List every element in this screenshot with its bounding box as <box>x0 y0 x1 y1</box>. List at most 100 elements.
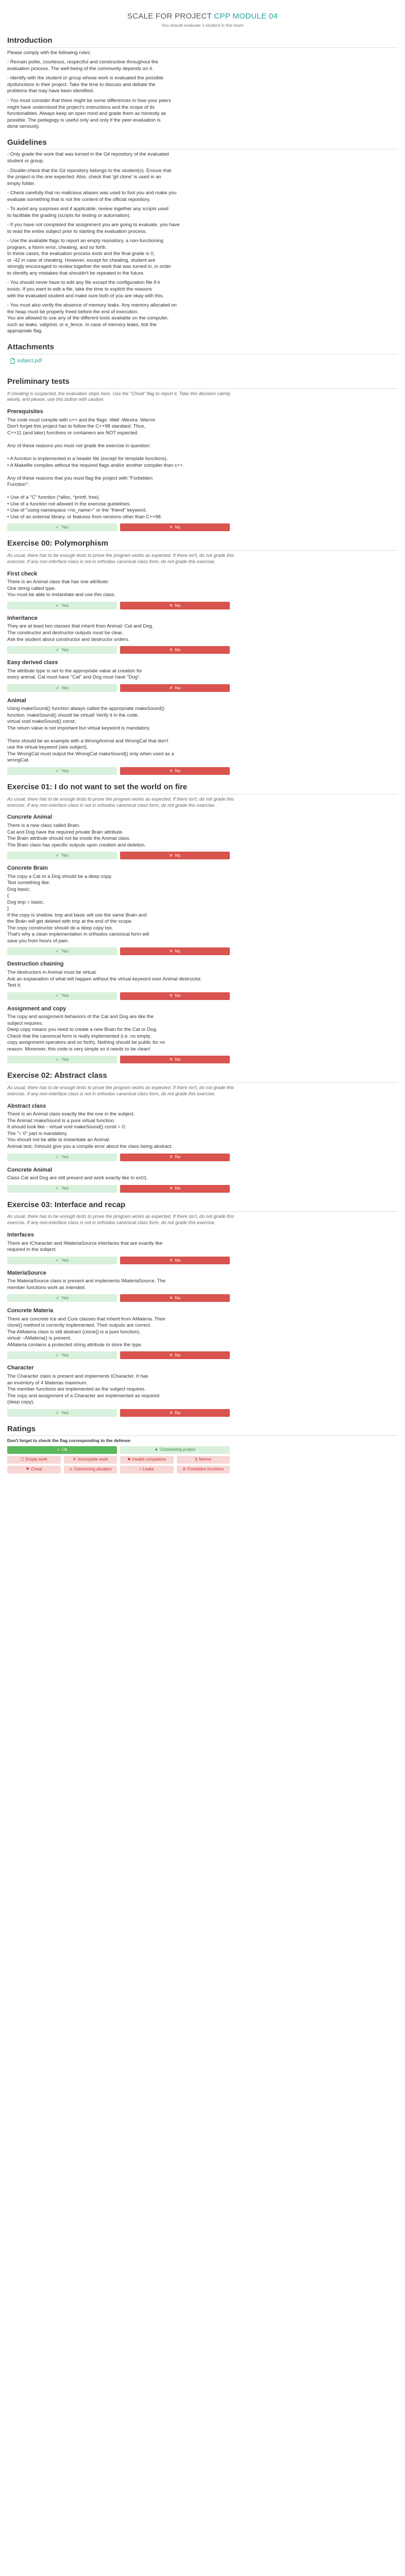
incomplete-icon: ✗ <box>73 1456 76 1462</box>
no-label: No <box>175 948 181 954</box>
attachments-title: Attachments <box>7 342 398 354</box>
no-button[interactable]: ✕ No <box>120 523 230 532</box>
rating-button[interactable]: ⚑ Cheat <box>7 1465 61 1473</box>
yes-no-buttons: ✓ Yes ✕ No <box>7 1294 230 1302</box>
no-button[interactable]: ✕ No <box>120 601 230 609</box>
check-item-title: Inheritance <box>7 615 38 621</box>
rating-button[interactable]: ✓ Ok <box>7 1446 117 1454</box>
yes-button[interactable]: ✓ Yes <box>7 1184 117 1193</box>
intro-paragraph: - Identify with the student or group who… <box>7 75 164 94</box>
attachment-link[interactable]: subject.pdf <box>10 358 42 364</box>
check-item-text: There are ICharacter and IMateriaSource … <box>7 1240 163 1253</box>
no-button[interactable]: ✕ No <box>120 947 230 956</box>
no-button[interactable]: ✕ No <box>120 1294 230 1302</box>
check-item: MateriaSource The MateriaSource class is … <box>7 1269 398 1302</box>
guidelines-body: - Only grade the work that was turned in… <box>7 151 398 334</box>
check-item-title: MateriaSource <box>7 1269 46 1276</box>
section-note: As usual, there has to be enough tests t… <box>7 1214 234 1226</box>
check-item-text: The attribute type is set to the appropr… <box>7 668 142 681</box>
no-button[interactable]: ✕ No <box>120 684 230 692</box>
rating-button[interactable]: § Norme <box>176 1455 230 1464</box>
section-title: Exercise 03: Interface and recap <box>7 1200 398 1212</box>
error-icon: ✖ <box>127 1456 131 1462</box>
check-item-text: Using makeSound() function always called… <box>7 706 174 764</box>
check-item-text: The code must compile with c++ and the f… <box>7 417 184 520</box>
yes-button[interactable]: ✓ Yes <box>7 767 117 775</box>
check-item-title: Easy derived class <box>7 659 58 666</box>
no-button[interactable]: ✕ No <box>120 1184 230 1193</box>
check-item-text: There is a new class called Brain. Cat a… <box>7 822 146 848</box>
no-button[interactable]: ✕ No <box>120 1256 230 1264</box>
yes-label: Yes <box>61 647 69 652</box>
no-label: No <box>175 1410 181 1415</box>
check-item-title: Concrete Materia <box>7 1308 54 1314</box>
no-button[interactable]: ✕ No <box>120 1056 230 1064</box>
no-label: No <box>175 524 181 530</box>
rating-button[interactable]: ✗ Incomplete work <box>63 1455 117 1464</box>
no-button[interactable]: ✕ No <box>120 1153 230 1161</box>
yes-button[interactable]: ✓ Yes <box>7 1409 117 1417</box>
star-icon: ★ <box>154 1447 158 1452</box>
ratings-row-flags-1: ☐ Empty work ✗ Incomplete work ✖ Invalid comp… <box>7 1455 230 1464</box>
check-icon: ✓ <box>56 1352 60 1358</box>
rating-button[interactable]: ⚠ Concerning situation <box>63 1465 117 1473</box>
yes-button[interactable]: ✓ Yes <box>7 1256 117 1264</box>
yes-button[interactable]: ✓ Yes <box>7 523 117 532</box>
yes-button[interactable]: ✓ Yes <box>7 1351 117 1360</box>
guidelines-title: Guidelines <box>7 138 398 150</box>
yes-label: Yes <box>61 768 69 773</box>
intro-paragraph: - Remain polite, courteous, respectful a… <box>7 59 159 72</box>
evaluation-sections: Preliminary tests If cheating is suspecte… <box>7 377 398 1417</box>
yes-button[interactable]: ✓ Yes <box>7 1153 117 1161</box>
no-button[interactable]: ✕ No <box>120 1351 230 1360</box>
rating-button[interactable]: ⊘ Forbidden functions <box>176 1465 230 1473</box>
rating-button[interactable]: ☐ Empty work <box>7 1455 61 1464</box>
rating-label: Concerning situation <box>74 1466 112 1471</box>
rating-label: Leaks <box>142 1466 154 1471</box>
close-icon: ✕ <box>169 1352 173 1358</box>
rating-button[interactable]: ★ Outstanding project <box>120 1446 230 1454</box>
yes-button[interactable]: ✓ Yes <box>7 992 117 1000</box>
no-label: No <box>175 602 181 608</box>
guideline-paragraph: - Only grade the work that was turned in… <box>7 151 169 164</box>
rating-button[interactable]: ✖ Invalid compilation <box>120 1455 174 1464</box>
close-icon: ✕ <box>169 647 173 652</box>
yes-button[interactable]: ✓ Yes <box>7 852 117 860</box>
check-icon: ✓ <box>56 602 60 608</box>
yes-button[interactable]: ✓ Yes <box>7 1294 117 1302</box>
page-header: SCALE FOR PROJECT CPP MODULE 04 You shou… <box>7 11 398 28</box>
yes-no-buttons: ✓ Yes ✕ No <box>7 523 230 532</box>
check-item-text: The copy and assignment behaviors of the… <box>7 1014 165 1052</box>
check-item: Assignment and copy The copy and assignme… <box>7 1005 398 1064</box>
no-button[interactable]: ✕ No <box>120 1409 230 1417</box>
no-label: No <box>175 853 181 858</box>
yes-label: Yes <box>61 948 69 954</box>
close-icon: ✕ <box>169 1257 173 1263</box>
yes-button[interactable]: ✓ Yes <box>7 947 117 956</box>
check-item: Character The Character class is present … <box>7 1364 398 1417</box>
rating-button[interactable]: • Leaks <box>120 1465 174 1473</box>
close-icon: ✕ <box>169 993 173 998</box>
yes-no-buttons: ✓ Yes ✕ No <box>7 1409 230 1417</box>
no-button[interactable]: ✕ No <box>120 852 230 860</box>
rating-label: Ok <box>62 1447 68 1452</box>
no-button[interactable]: ✕ No <box>120 646 230 654</box>
check-icon: ✓ <box>57 1447 61 1452</box>
section-note: If cheating is suspected, the evaluation… <box>7 391 231 402</box>
title-prefix: SCALE FOR PROJECT <box>127 12 214 21</box>
yes-no-buttons: ✓ Yes ✕ No <box>7 852 230 860</box>
yes-button[interactable]: ✓ Yes <box>7 684 117 692</box>
check-item-title: Destruction chaining <box>7 961 64 968</box>
check-icon: ✓ <box>56 853 60 858</box>
check-item: Easy derived class The attribute type is … <box>7 659 398 692</box>
no-button[interactable]: ✕ No <box>120 767 230 775</box>
intro-title: Introduction <box>7 36 398 48</box>
check-item-title: Character <box>7 1365 34 1371</box>
no-button[interactable]: ✕ No <box>120 992 230 1000</box>
intro-body: Please comply with the following rules: -… <box>7 50 398 130</box>
yes-button[interactable]: ✓ Yes <box>7 646 117 654</box>
yes-button[interactable]: ✓ Yes <box>7 601 117 609</box>
yes-label: Yes <box>61 993 69 998</box>
check-item: Concrete Materia There are concrete Ice a… <box>7 1307 398 1360</box>
yes-button[interactable]: ✓ Yes <box>7 1056 117 1064</box>
